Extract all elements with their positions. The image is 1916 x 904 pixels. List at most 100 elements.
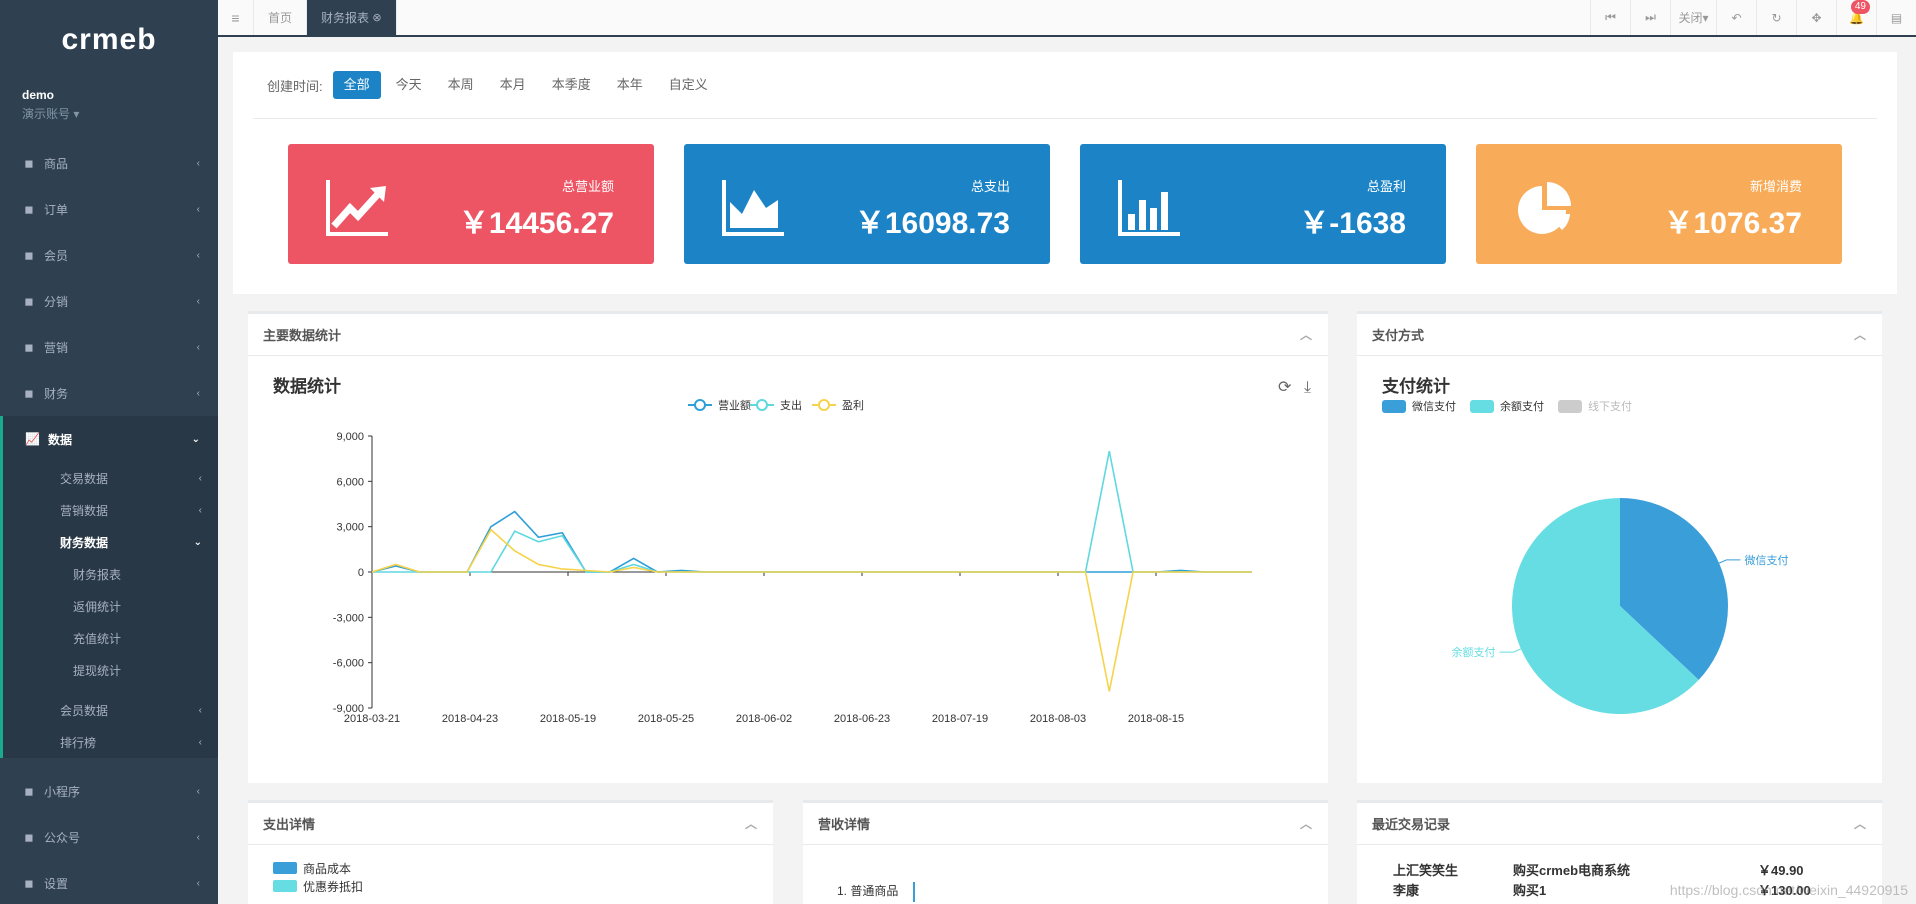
summary-card: 总支出 ￥16098.73 bbox=[684, 144, 1050, 264]
sidebar-item-bottom-2[interactable]: ◼ 设置 ‹ bbox=[0, 860, 218, 904]
paper-plane-icon: ◼ bbox=[24, 341, 34, 354]
sidebar-item-top-5[interactable]: ◼ 财务 ‹ bbox=[0, 370, 218, 416]
sidebar-item-bottom-0[interactable]: ◼ 小程序 ‹ bbox=[0, 768, 218, 814]
sidebar-item-top-0[interactable]: ◼ 商品 ‹ bbox=[0, 140, 218, 186]
sidebar-leaf-commission[interactable]: 返佣统计 bbox=[3, 590, 218, 622]
chevron-left-icon: ‹ bbox=[196, 831, 200, 843]
filter-option[interactable]: 本年 bbox=[606, 71, 654, 99]
revenue-panel: 营收详情 ︿ 1. 普通商品 bbox=[803, 800, 1328, 904]
user-role-dropdown[interactable]: 演示账号 ▾ bbox=[22, 105, 196, 122]
card-value: ￥-1638 bbox=[1299, 207, 1406, 240]
sidebar-item-top-2[interactable]: ◼ 会员 ‹ bbox=[0, 232, 218, 278]
notification-badge: 49 bbox=[1850, 0, 1870, 14]
legend-swatch bbox=[1470, 400, 1494, 413]
sidebar-sub-ranking[interactable]: 排行榜 ‹ bbox=[3, 726, 218, 758]
sidebar-item-data[interactable]: 📈 数据 ⌄ 交易数据 ‹ 营销数据 ‹ 财务数据 ⌄ 财务报表 返佣统计 充值统计 提现… bbox=[0, 416, 218, 758]
summary-card: 新增消费 ￥1076.37 bbox=[1476, 144, 1842, 264]
chevron-left-icon: ‹ bbox=[198, 704, 202, 716]
card-label: 新增消费 bbox=[1749, 179, 1802, 194]
filter-label: 创建时间: bbox=[267, 78, 323, 94]
download-icon[interactable]: ⤓ bbox=[1304, 379, 1311, 396]
area-chart-icon bbox=[722, 180, 784, 236]
chevron-left-icon: ‹ bbox=[198, 504, 202, 516]
legend-label: 微信支付 bbox=[1412, 399, 1456, 413]
sidebar-sub-trade[interactable]: 交易数据 ‹ bbox=[3, 462, 218, 494]
scroll-right-icon[interactable]: ⏭ bbox=[1630, 0, 1670, 35]
close-dropdown[interactable]: 关闭 ▾ bbox=[1670, 0, 1716, 35]
chevron-left-icon: ‹ bbox=[196, 785, 200, 797]
bar-chart-icon bbox=[1118, 180, 1180, 236]
sidebar-item-bottom-1[interactable]: ◼ 公众号 ‹ bbox=[0, 814, 218, 860]
filter-option[interactable]: 本季度 bbox=[541, 71, 602, 99]
refresh-icon[interactable]: ⟳ bbox=[1278, 379, 1292, 396]
card-label: 总支出 bbox=[970, 179, 1010, 194]
collapse-icon[interactable]: ︿ bbox=[745, 815, 757, 832]
y-tick-label: 6,000 bbox=[336, 476, 364, 488]
sidebar-sub-member[interactable]: 会员数据 ‹ bbox=[3, 694, 218, 726]
document-icon: ◼ bbox=[24, 203, 34, 216]
legend-label: 盈利 bbox=[842, 399, 864, 412]
sidebar-leaf-withdraw[interactable]: 提现统计 bbox=[3, 654, 218, 686]
legend-label: 余额支付 bbox=[1500, 399, 1544, 413]
summary-card: 总营业额 ￥14456.27 bbox=[288, 144, 654, 264]
chart-title: 数据统计 bbox=[273, 376, 341, 396]
close-tab-icon[interactable]: ⊗ bbox=[372, 11, 381, 24]
wechat-icon: ◼ bbox=[24, 831, 34, 844]
filter-option[interactable]: 全部 bbox=[332, 71, 381, 99]
tab-home[interactable]: 首页 bbox=[254, 0, 308, 35]
chevron-left-icon: ‹ bbox=[196, 249, 200, 261]
menu-toggle-icon[interactable]: ≡ bbox=[218, 0, 254, 35]
sidebar-item-top-1[interactable]: ◼ 订单 ‹ bbox=[0, 186, 218, 232]
sidebar-sub-marketing[interactable]: 营销数据 ‹ bbox=[3, 494, 218, 526]
table-row[interactable]: 上汇笑笑生 购买crmeb电商系统 ￥49.90 bbox=[1393, 859, 1882, 879]
collapse-icon[interactable]: ︿ bbox=[1300, 326, 1312, 343]
chart-title: 支付统计 bbox=[1382, 376, 1450, 396]
divider bbox=[253, 118, 1877, 119]
legend-swatch bbox=[1558, 400, 1582, 413]
refresh-icon[interactable]: ↻ bbox=[1756, 0, 1796, 35]
slice-label: 余额支付 bbox=[1452, 645, 1496, 659]
x-tick-label: 2018-08-03 bbox=[1030, 713, 1086, 725]
x-tick-label: 2018-05-19 bbox=[540, 713, 596, 725]
filter-option[interactable]: 自定义 bbox=[658, 71, 719, 99]
label-line bbox=[1718, 559, 1741, 564]
bell-icon[interactable]: 🔔 49 bbox=[1836, 0, 1876, 35]
collapse-icon[interactable]: ︿ bbox=[1300, 815, 1312, 832]
filter-option[interactable]: 今天 bbox=[385, 71, 433, 99]
user-profile: demo 演示账号 ▾ bbox=[0, 80, 218, 140]
collapse-icon[interactable]: ︿ bbox=[1854, 326, 1866, 343]
panel-title: 营收详情 bbox=[818, 817, 871, 832]
laptop-icon: ◼ bbox=[24, 157, 34, 170]
label-line bbox=[1499, 648, 1522, 653]
sidebar-sub-finance[interactable]: 财务数据 ⌄ bbox=[3, 526, 218, 558]
filter-option[interactable]: 本月 bbox=[489, 71, 537, 99]
legend-item[interactable]: 商品成本 bbox=[273, 859, 748, 877]
chevron-down-icon: ⌄ bbox=[191, 433, 200, 445]
users-icon: ◼ bbox=[24, 295, 34, 308]
scroll-left-icon[interactable]: ⏮ bbox=[1590, 0, 1630, 35]
y-tick-label: -6,000 bbox=[333, 658, 364, 670]
back-icon[interactable]: ↶ bbox=[1716, 0, 1756, 35]
fullscreen-icon[interactable]: ✥ bbox=[1796, 0, 1836, 35]
series-line bbox=[372, 450, 1252, 573]
axis-line bbox=[913, 882, 915, 902]
summary-panel: 创建时间: 全部 今天 本周 本月 本季度 本年 自定义 总营业额 ￥14456.27 总支… bbox=[233, 52, 1897, 294]
pie-chart-icon bbox=[1518, 182, 1571, 234]
sidebar-item-top-4[interactable]: ◼ 营销 ‹ bbox=[0, 324, 218, 370]
payment-panel: 支付方式 ︿ 支付统计 微信支付 余额支付 线下支付 微信支付 余额支付 bbox=[1357, 311, 1882, 783]
y-tick-label: -3,000 bbox=[333, 612, 364, 624]
expense-panel: 支出详情 ︿ 商品成本 优惠券抵扣 bbox=[248, 800, 773, 904]
legend-item[interactable]: 优惠券抵扣 bbox=[273, 877, 748, 895]
sidebar-leaf-recharge[interactable]: 充值统计 bbox=[3, 622, 218, 654]
logo[interactable]: crmeb bbox=[0, 0, 218, 80]
sidebar-item-top-3[interactable]: ◼ 分销 ‹ bbox=[0, 278, 218, 324]
money-icon: ◼ bbox=[24, 387, 34, 400]
tab-finance-report[interactable]: 财务报表 ⊗ bbox=[307, 0, 397, 35]
panel-title: 最近交易记录 bbox=[1372, 817, 1451, 832]
filter-option[interactable]: 本周 bbox=[437, 71, 485, 99]
x-tick-label: 2018-03-21 bbox=[344, 713, 400, 725]
chevron-left-icon: ‹ bbox=[196, 387, 200, 399]
sidebar-leaf-report[interactable]: 财务报表 bbox=[3, 558, 218, 590]
collapse-icon[interactable]: ︿ bbox=[1854, 815, 1866, 832]
panel-icon[interactable]: ▤ bbox=[1876, 0, 1916, 35]
